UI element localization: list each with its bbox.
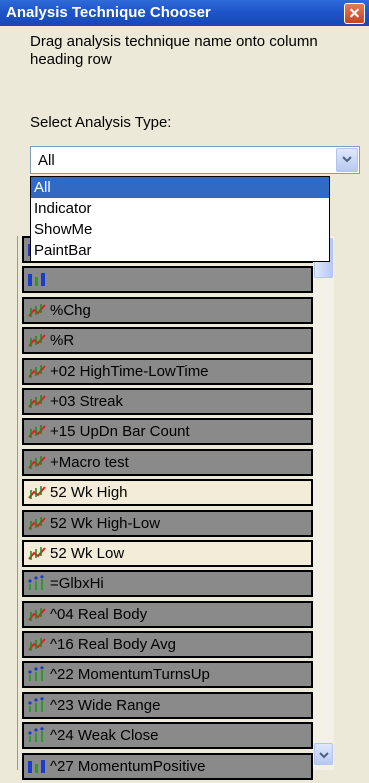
indicator-icon xyxy=(28,455,46,469)
technique-row[interactable]: +03 Streak xyxy=(22,387,313,415)
technique-name: =GlbxHi xyxy=(50,575,104,593)
technique-name: 52 Wk High xyxy=(50,484,128,502)
analysis-type-select[interactable]: All xyxy=(30,146,360,174)
dropdown-option-indicator[interactable]: Indicator xyxy=(31,198,329,219)
technique-name: 52 Wk High-Low xyxy=(50,514,161,532)
dropdown-option-paintbar[interactable]: PaintBar xyxy=(31,240,329,261)
technique-row[interactable]: ^04 Real Body xyxy=(22,600,313,628)
showme-icon xyxy=(28,575,44,591)
indicator-icon xyxy=(28,638,46,652)
indicator-icon xyxy=(28,607,46,621)
technique-name: ^23 Wide Range xyxy=(50,696,161,714)
indicator-icon xyxy=(28,364,46,378)
technique-row[interactable]: ^23 Wide Range xyxy=(22,691,313,719)
technique-row[interactable]: +15 UpDn Bar Count xyxy=(22,418,313,446)
showme-icon xyxy=(28,697,44,712)
indicator-icon xyxy=(28,303,46,317)
scroll-down-button[interactable] xyxy=(314,743,333,765)
technique-list[interactable]: %Chg %R +02 HighTime-LowTime +03 Streak +15 … xyxy=(17,236,357,780)
technique-name: ^24 Weak Close xyxy=(50,727,159,745)
technique-row[interactable]: ^24 Weak Close xyxy=(22,722,313,750)
technique-row[interactable]: ^27 MomentumPositive xyxy=(22,752,313,780)
chevron-down-icon xyxy=(342,156,352,163)
technique-name: +03 Streak xyxy=(50,392,123,410)
technique-name: %R xyxy=(50,332,75,350)
technique-row[interactable]: %Chg xyxy=(22,296,313,324)
technique-name: +Macro test xyxy=(50,453,129,471)
technique-name: %Chg xyxy=(50,301,91,319)
showme-icon xyxy=(28,666,44,682)
technique-name: +15 UpDn Bar Count xyxy=(50,423,190,441)
select-analysis-type-label: Select Analysis Type: xyxy=(30,114,172,131)
technique-row[interactable]: =GlbxHi xyxy=(22,570,313,598)
technique-row[interactable]: ^22 MomentumTurnsUp xyxy=(22,661,313,689)
dropdown-arrow-button[interactable] xyxy=(336,148,358,172)
indicator-icon xyxy=(28,546,46,560)
technique-row[interactable]: +02 HighTime-LowTime xyxy=(22,357,313,385)
technique-name: ^04 Real Body xyxy=(50,605,148,623)
scrollbar[interactable] xyxy=(313,236,334,770)
technique-name: ^16 Real Body Avg xyxy=(50,636,177,654)
close-button[interactable] xyxy=(344,3,365,24)
indicator-icon xyxy=(28,334,46,348)
technique-name: ^22 MomentumTurnsUp xyxy=(50,666,210,684)
analysis-type-dropdown-list[interactable]: All Indicator ShowMe PaintBar xyxy=(30,176,330,262)
indicator-icon xyxy=(28,516,46,530)
technique-row[interactable]: %R xyxy=(22,327,313,355)
instructions-text: Drag analysis technique name onto column… xyxy=(30,33,318,68)
indicator-icon xyxy=(28,394,46,408)
paintbar-icon xyxy=(28,273,45,287)
dropdown-option-all[interactable]: All xyxy=(31,177,329,198)
technique-name: 52 Wk Low xyxy=(50,544,125,562)
technique-row[interactable]: ^16 Real Body Avg xyxy=(22,631,313,659)
analysis-type-value: All xyxy=(38,152,55,169)
technique-name: +02 HighTime-LowTime xyxy=(50,362,209,380)
technique-row[interactable]: 52 Wk High xyxy=(22,479,313,507)
window-title: Analysis Technique Chooser xyxy=(6,4,211,21)
technique-row[interactable] xyxy=(22,266,313,294)
technique-row[interactable]: +Macro test xyxy=(22,448,313,476)
showme-icon xyxy=(28,727,44,743)
indicator-icon xyxy=(28,486,46,500)
indicator-icon xyxy=(28,425,46,439)
technique-name: ^27 MomentumPositive xyxy=(50,757,206,775)
title-bar[interactable]: Analysis Technique Chooser xyxy=(0,0,369,26)
paintbar-icon xyxy=(28,759,45,773)
chevron-down-icon xyxy=(319,752,329,759)
technique-row[interactable]: 52 Wk Low xyxy=(22,539,313,567)
dropdown-option-showme[interactable]: ShowMe xyxy=(31,219,329,240)
technique-row[interactable]: 52 Wk High-Low xyxy=(22,509,313,537)
